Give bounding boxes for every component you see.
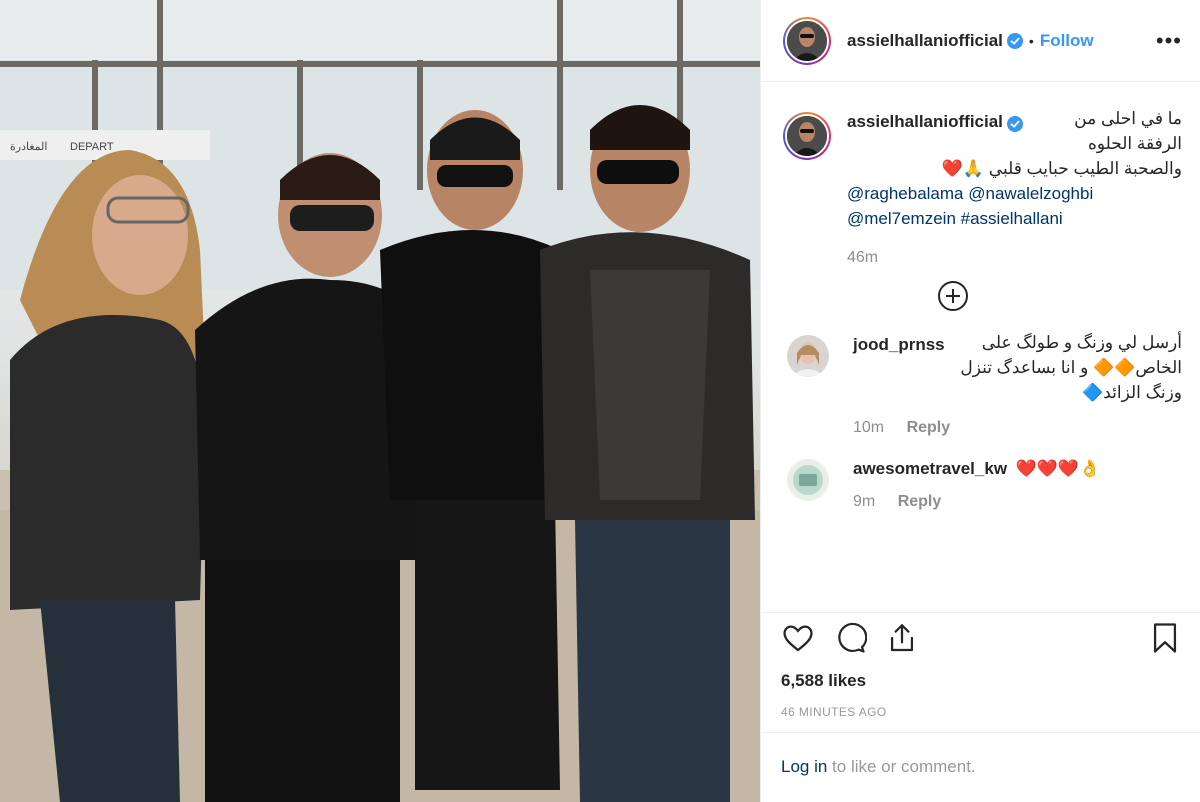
post-photo[interactable]: المغادرة DEPART <box>0 0 760 802</box>
reply-button[interactable]: Reply <box>907 419 951 436</box>
caption-avatar-image <box>785 114 829 158</box>
avatar-portrait <box>787 20 827 61</box>
tag-raghebalama[interactable]: @raghebalama <box>847 184 964 203</box>
commenter-avatar-image <box>787 335 829 377</box>
caption-avatar-portrait <box>787 116 827 156</box>
comment-bubble-icon[interactable] <box>833 621 867 655</box>
caption-time: 46m <box>847 249 879 266</box>
tag-mel7emzein[interactable]: @mel7emzein <box>847 209 956 228</box>
comment-time: 9m <box>853 493 876 510</box>
comment-username[interactable]: awesometravel_kw <box>853 459 1007 478</box>
caption-verified-icon <box>1006 116 1023 132</box>
bookmark-icon[interactable] <box>1148 621 1182 655</box>
action-icons <box>781 615 1190 661</box>
depart-sign-en: DEPART <box>70 141 114 153</box>
login-prompt-text: to like or comment. <box>827 757 976 776</box>
like-count[interactable]: 6,588 likes <box>781 671 1190 691</box>
post-timestamp: 46 MINUTES AGO <box>781 705 887 719</box>
share-icon[interactable] <box>885 621 919 655</box>
caption-body: assielhallaniofficial ما في احلى من الرف… <box>847 109 1182 267</box>
comment-body: jood_prnss أرسل لي وزنگ و طولگ على الخاص… <box>853 333 1182 437</box>
caption-username[interactable]: assielhallaniofficial <box>847 112 1003 132</box>
follow-button[interactable]: Follow <box>1040 31 1094 51</box>
comment-meta: 9m Reply <box>853 493 1182 511</box>
comment-text: ❤️❤️❤️👌 <box>1015 459 1101 478</box>
depart-sign: المغادرة <box>10 141 47 153</box>
load-more <box>723 281 1182 311</box>
commenter-avatar[interactable] <box>787 459 829 501</box>
commenter-avatar[interactable] <box>787 335 829 377</box>
caption-avatar[interactable] <box>783 112 831 160</box>
tag-nawalelzoghbi[interactable]: @nawalelzoghbi <box>968 184 1093 203</box>
header-username[interactable]: assielhallaniofficial <box>847 31 1003 51</box>
avatar-image <box>785 18 829 63</box>
header-separator: • <box>1028 32 1034 49</box>
verified-badge-icon <box>1006 32 1023 49</box>
reply-button[interactable]: Reply <box>898 493 942 510</box>
post-actions: 6,588 likes 46 MINUTES AGO Log in to lik… <box>761 612 1200 802</box>
heart-icon[interactable] <box>781 621 815 655</box>
profile-avatar[interactable] <box>783 16 831 65</box>
tag-assielhallani[interactable]: #assielhallani <box>961 209 1063 228</box>
caption: assielhallaniofficial ما في احلى من الرف… <box>783 109 1182 267</box>
caption-tags: @raghebalama @nawalelzoghbi @mel7emzein … <box>847 181 1182 231</box>
plus-circle-icon[interactable] <box>937 281 968 311</box>
comment-meta: 10m Reply <box>853 419 1182 437</box>
comments-section: assielhallaniofficial ما في احلى من الرف… <box>761 82 1200 612</box>
comment-time: 10m <box>853 419 885 436</box>
login-link[interactable]: Log in <box>781 757 827 776</box>
more-options-icon[interactable]: ••• <box>1156 29 1182 52</box>
post-photo-illustration: المغادرة DEPART <box>0 0 760 802</box>
caption-text-line2: والصحبة الطيب حبايب قلبي 🙏❤️ <box>941 159 1182 178</box>
comment-item: awesometravel_kw ❤️❤️❤️👌 9m Reply <box>783 459 1182 511</box>
comment-body: awesometravel_kw ❤️❤️❤️👌 9m Reply <box>853 459 1182 511</box>
commenter-avatar-image <box>787 459 829 501</box>
comment-item: jood_prnss أرسل لي وزنگ و طولگ على الخاص… <box>783 333 1182 437</box>
login-prompt: Log in to like or comment. <box>761 732 1200 802</box>
comment-username[interactable]: jood_prnss <box>853 335 945 354</box>
post-side-panel: assielhallaniofficial • Follow ••• assie… <box>760 0 1200 802</box>
post-header: assielhallaniofficial • Follow ••• <box>761 0 1200 82</box>
